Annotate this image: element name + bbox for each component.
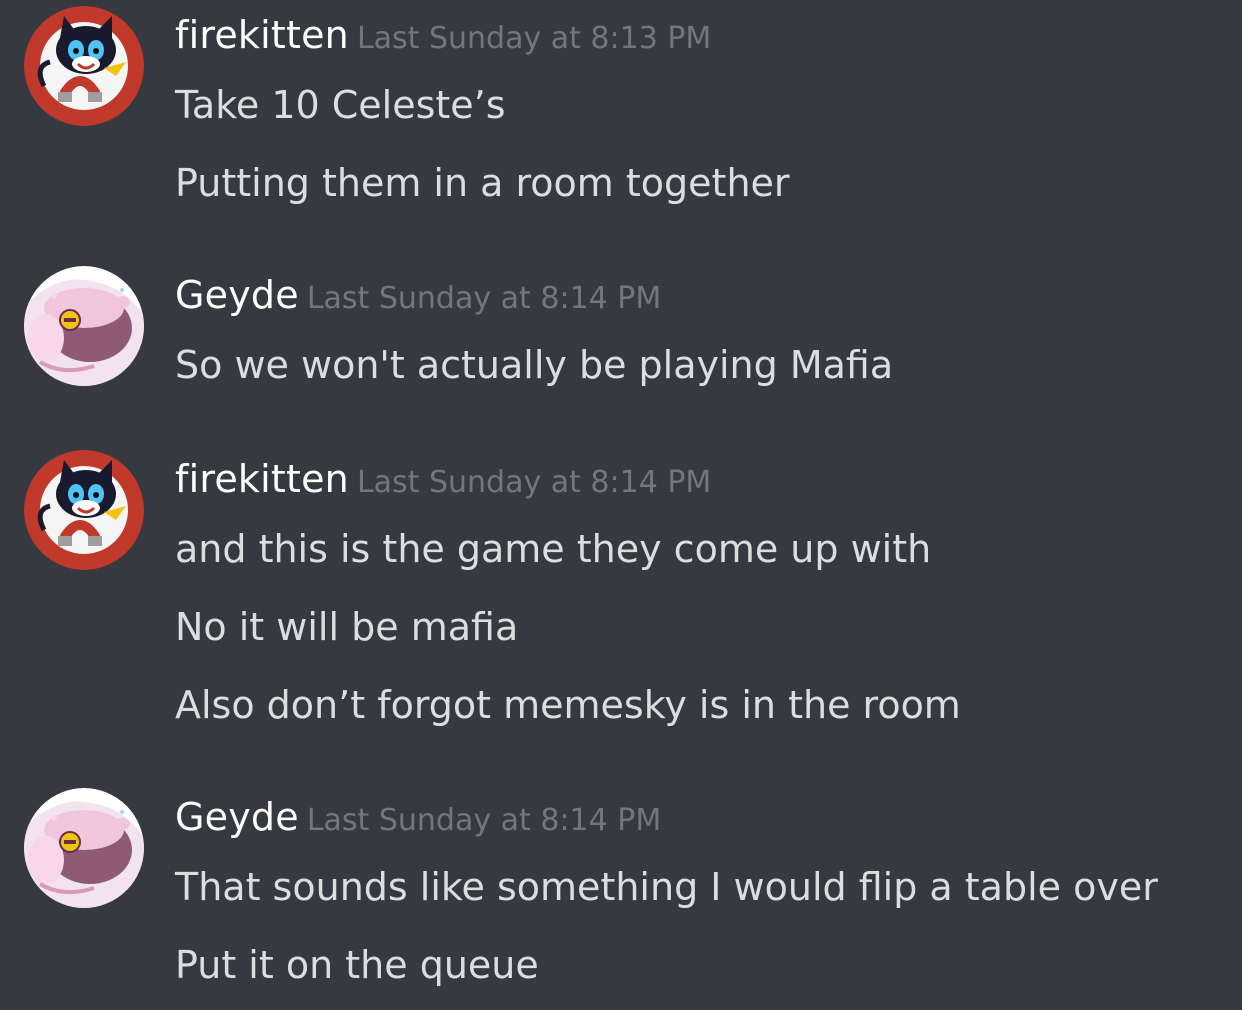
timestamp: Last Sunday at 8:14 PM (306, 281, 662, 316)
message-text: That sounds like something I would flip … (175, 865, 1158, 909)
black-cat-mascot-avatar[interactable] (24, 6, 144, 126)
timestamp: Last Sunday at 8:14 PM (356, 465, 712, 500)
message-text: and this is the game they come up with (175, 527, 932, 571)
message-header: Geyde Last Sunday at 8:14 PM (175, 798, 661, 836)
timestamp: Last Sunday at 8:13 PM (356, 21, 712, 56)
black-cat-mascot-avatar[interactable] (24, 450, 144, 570)
username[interactable]: firekitten (175, 13, 349, 57)
username[interactable]: firekitten (175, 457, 349, 501)
message-text: Take 10 Celeste’s (175, 83, 506, 127)
message-header: Geyde Last Sunday at 8:14 PM (175, 276, 661, 314)
message-header: firekitten Last Sunday at 8:13 PM (175, 16, 711, 54)
message-header: firekitten Last Sunday at 8:14 PM (175, 460, 711, 498)
timestamp: Last Sunday at 8:14 PM (306, 803, 662, 838)
pink-creature-avatar[interactable] (24, 788, 144, 908)
message-text: So we won't actually be playing Mafia (175, 343, 894, 387)
message-text: Put it on the queue (175, 943, 539, 987)
username[interactable]: Geyde (175, 795, 299, 839)
username[interactable]: Geyde (175, 273, 299, 317)
message-text: Also don’t forgot memesky is in the room (175, 683, 961, 727)
pink-creature-avatar[interactable] (24, 266, 144, 386)
message-text: No it will be mafia (175, 605, 519, 649)
message-text: Putting them in a room together (175, 161, 790, 205)
